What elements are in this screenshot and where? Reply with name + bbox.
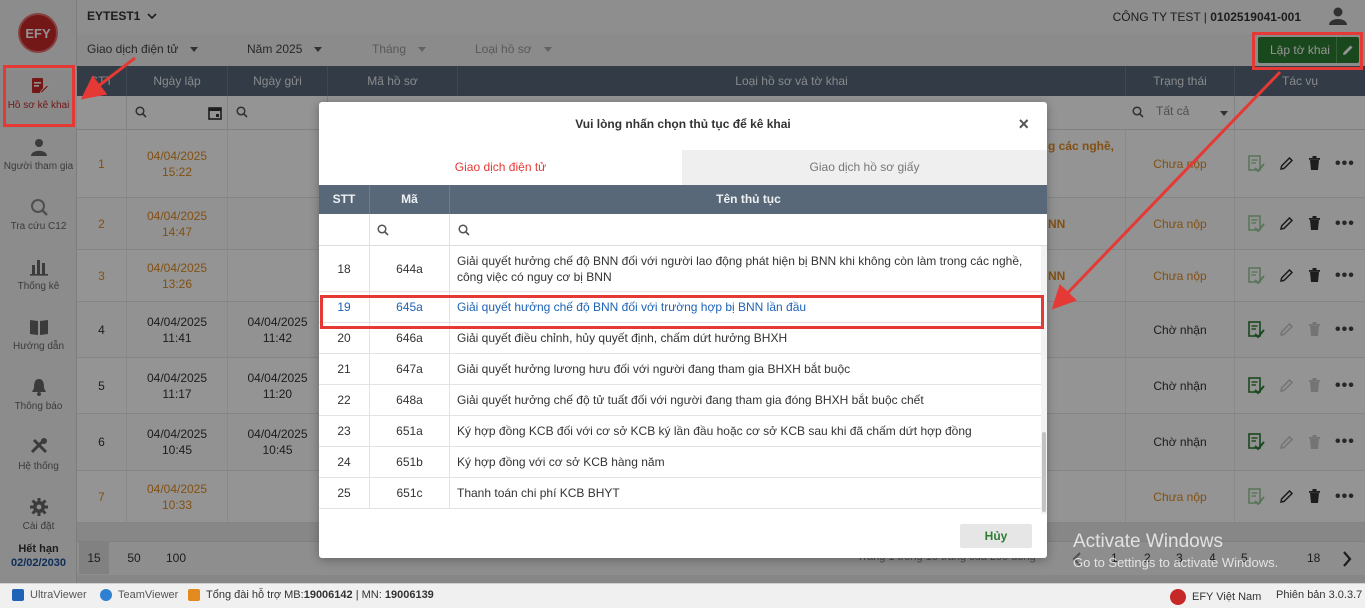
brand-label: EFY Việt Nam (1192, 591, 1262, 603)
brand-info: EFY Việt Nam (1170, 589, 1261, 605)
teamviewer-link[interactable]: TeamViewer (100, 589, 178, 601)
ultraviewer-icon (12, 589, 24, 601)
teamviewer-icon (100, 589, 112, 601)
version-label: Phiên bản 3.0.3.7 (1276, 589, 1363, 601)
efy-brand-icon (1170, 589, 1186, 605)
annotation-arrows (80, 56, 1282, 310)
teamviewer-label: TeamViewer (118, 589, 179, 601)
hotline-prefix: Tổng đài hỗ trợ MB: (206, 589, 304, 601)
ultraviewer-link[interactable]: UltraViewer (12, 589, 87, 601)
hotline-mb: 19006142 (303, 589, 353, 601)
hotline-info: Tổng đài hỗ trợ MB: 19006142 | MN: 19006… (188, 589, 434, 601)
hotline-sep: | MN: (352, 589, 385, 601)
status-bar: UltraViewer TeamViewer Tổng đài hỗ trợ M… (0, 583, 1365, 608)
annotation-arrow-to-row (1051, 70, 1282, 310)
watermark-line1: Activate Windows (1073, 531, 1223, 552)
annotation-arrow-to-sidebar (80, 56, 136, 100)
phone-icon (188, 589, 200, 601)
hotline-mn: 19006139 (384, 589, 434, 601)
ultraviewer-label: UltraViewer (30, 589, 87, 601)
watermark-line2: Go to Settings to activate Windows. (1073, 555, 1279, 570)
windows-activation-watermark: Activate Windows Go to Settings to activ… (1073, 531, 1278, 570)
version-info: Phiên bản 3.0.3.7 (1276, 589, 1362, 601)
